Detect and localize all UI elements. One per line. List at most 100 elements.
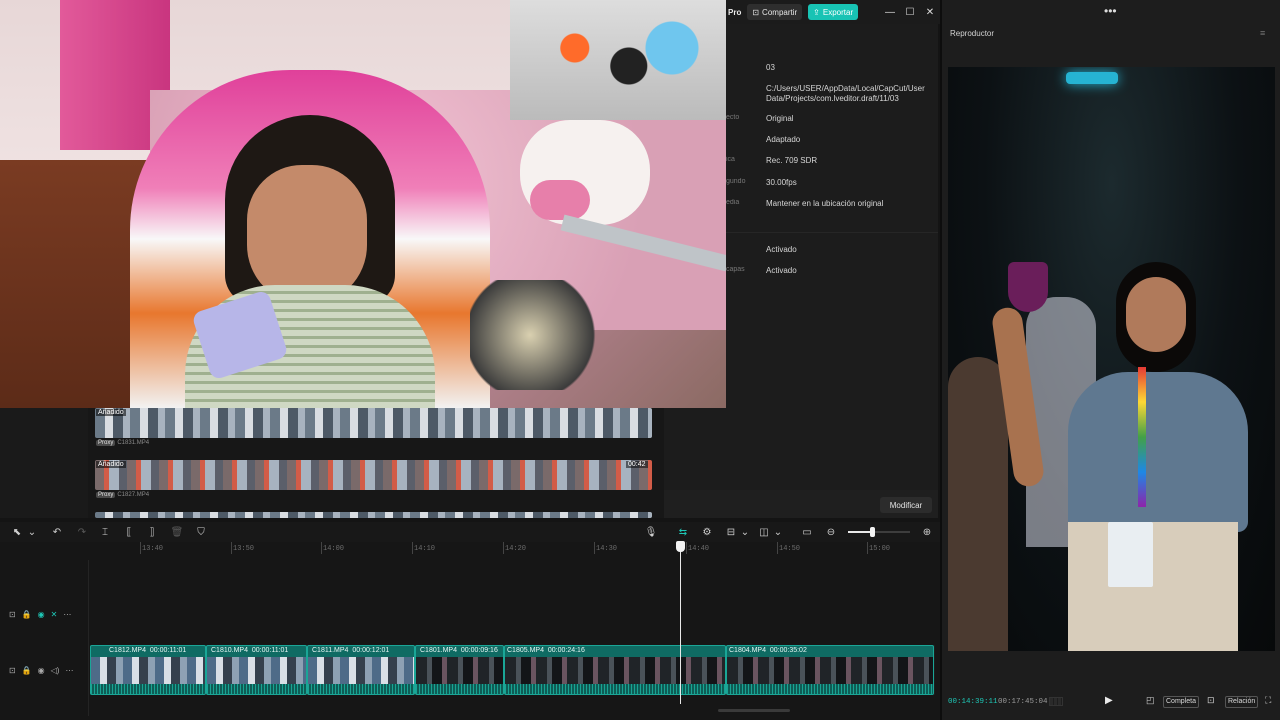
horizontal-scrollbar[interactable]	[718, 709, 790, 712]
microphone-icon[interactable]: 🎙	[644, 525, 658, 539]
detail-value: Mantener en la ubicación original	[766, 199, 884, 208]
fullscreen-toggle-icon[interactable]: ◰	[1146, 695, 1155, 706]
export-button[interactable]: ⇪ Exportar	[808, 4, 859, 20]
eye-icon[interactable]: ◉	[38, 610, 45, 619]
detail-value: Activado	[766, 266, 797, 275]
undo-icon[interactable]: ↶	[50, 525, 64, 539]
detail-row-aspect: ecto Original	[726, 114, 938, 124]
export-icon: ⇪	[813, 7, 820, 17]
ruler-tick-line	[321, 542, 322, 554]
ruler-tick-label: 14:40	[688, 545, 710, 553]
more-icon[interactable]: ⋯	[65, 666, 73, 675]
detail-value: Rec. 709 SDR	[766, 156, 818, 165]
share-icon: ⊡	[752, 7, 760, 17]
select-tool-icon[interactable]: ⬉	[10, 525, 24, 539]
fullscreen-icon[interactable]: ⛶	[1265, 695, 1271, 706]
playhead-handle[interactable]	[676, 541, 685, 552]
added-tag: Añadido	[96, 461, 126, 468]
current-timecode: 00:14:39:11	[948, 698, 998, 706]
link-icon[interactable]: ⇆	[676, 525, 690, 539]
ruler-tick-line	[231, 542, 232, 554]
timeline-clip[interactable]: C1812.MP4 00:00:11:01	[90, 645, 206, 695]
trim-right-icon[interactable]: ⟧	[145, 525, 159, 539]
menu-icon[interactable]: ≡	[1260, 28, 1265, 38]
mute-icon[interactable]: ✕	[51, 610, 58, 619]
export-label: Exportar	[822, 7, 854, 17]
zoom-out-icon[interactable]: ⊖	[824, 525, 838, 539]
modify-button[interactable]: Modificar	[880, 497, 932, 513]
ruler-tick-label: 14:50	[779, 545, 801, 553]
proxy-label: Proxy C1827.MP4	[96, 492, 149, 498]
detail-label	[726, 135, 766, 145]
redo-icon[interactable]: ↷	[75, 525, 89, 539]
detail-row-media: edia Mantener en la ubicación original	[726, 199, 938, 209]
eye-icon[interactable]: ◉	[38, 666, 45, 675]
timeline-thumb-icon[interactable]	[1049, 697, 1063, 706]
close-icon[interactable]: ✕	[922, 4, 938, 20]
shield-icon[interactable]: ⛉	[194, 525, 208, 539]
ruler-tick-line	[867, 542, 868, 554]
track-header-main: ⊡ 🔒 ◉ ◁) ⋯	[0, 657, 88, 683]
timeline-clip[interactable]: C1805.MP4 00:00:24:16	[504, 645, 726, 695]
detail-row-setting-a: Activado	[726, 245, 938, 255]
detail-label: ecto	[726, 114, 740, 121]
more-icon[interactable]: •••	[1104, 4, 1117, 18]
ruler-tick-label: 14:30	[596, 545, 618, 553]
delete-icon[interactable]: 🗑	[170, 525, 184, 539]
play-icon[interactable]: ▶	[1105, 695, 1113, 706]
trim-left-icon[interactable]: ⟦	[122, 525, 136, 539]
detail-value: C:/Users/USER/AppData/Local/CapCut/User …	[766, 84, 925, 103]
zoom-slider-handle[interactable]	[870, 527, 875, 537]
full-quality-button[interactable]: Completa	[1163, 696, 1199, 708]
clip-label: C1810.MP4 00:00:11:01	[211, 647, 289, 654]
track-header-overlay: ⊡ 🔒 ◉ ✕ ⋯	[0, 601, 88, 627]
track-type-icon: ⊡	[9, 609, 16, 619]
detail-row-resolution: Adaptado	[726, 135, 938, 145]
minimize-icon[interactable]: —	[882, 4, 898, 20]
more-icon[interactable]: ⋯	[63, 610, 71, 619]
aspect-ratio-button[interactable]: Relación	[1225, 696, 1259, 708]
lock-icon[interactable]: 🔒	[22, 666, 32, 675]
proxy-label: Proxy C1831.MP4	[96, 440, 149, 446]
total-timecode: 00:17:45:04	[998, 698, 1048, 706]
share-label: Compartir	[762, 7, 798, 17]
preview-axis-icon[interactable]: ◫	[757, 525, 771, 539]
chevron-down-icon[interactable]: ⌄	[771, 525, 785, 539]
ruler-tick-label: 14:00	[323, 545, 345, 553]
detail-label	[726, 245, 766, 255]
timeline-clip[interactable]: C1804.MP4 00:00:35:02	[726, 645, 934, 695]
pro-label[interactable]: Pro	[728, 8, 741, 17]
zoom-in-icon[interactable]: ⊕	[920, 525, 934, 539]
clip-label: C1801.MP4 00:00:09:16	[420, 647, 498, 654]
media-clip-c1831[interactable]	[95, 408, 652, 438]
media-clip-partial[interactable]	[95, 512, 652, 518]
connect-icon[interactable]: ⊟	[724, 525, 738, 539]
magnet-icon[interactable]: ⚙	[700, 525, 714, 539]
detail-value: Activado	[766, 245, 797, 254]
ruler-tick-label: 14:10	[414, 545, 436, 553]
split-icon[interactable]: ⌶	[98, 525, 112, 539]
ruler-tick-label: 13:50	[233, 545, 255, 553]
playhead[interactable]	[680, 542, 681, 704]
chevron-down-icon[interactable]: ⌄	[25, 525, 39, 539]
media-clip-c1827[interactable]	[95, 460, 652, 490]
timeline-clip[interactable]: C1810.MP4 00:00:11:01	[206, 645, 307, 695]
timeline-clip[interactable]: C1811.MP4 00:00:12:01	[307, 645, 415, 695]
detail-value: 30.00fps	[766, 178, 797, 187]
caption-icon[interactable]: ▭	[800, 525, 814, 539]
detail-label: edia	[726, 199, 740, 206]
track-type-icon: ⊡	[9, 665, 16, 675]
zoom-fit-icon[interactable]: ⊡	[1207, 695, 1215, 706]
video-preview[interactable]	[948, 67, 1275, 651]
ruler-tick-line	[412, 542, 413, 554]
audio-icon[interactable]: ◁)	[51, 666, 60, 675]
chevron-down-icon[interactable]: ⌄	[738, 525, 752, 539]
share-button[interactable]: ⊡ Compartir	[747, 4, 803, 20]
maximize-icon[interactable]: ☐	[902, 4, 918, 20]
ruler-tick-label: 15:00	[869, 545, 891, 553]
media-sidebar	[0, 408, 88, 518]
proxy-badge: Proxy	[96, 440, 116, 446]
timeline-clip[interactable]: C1801.MP4 00:00:09:16	[415, 645, 504, 695]
detail-row-name: 03	[726, 63, 938, 73]
lock-icon[interactable]: 🔒	[22, 610, 32, 619]
